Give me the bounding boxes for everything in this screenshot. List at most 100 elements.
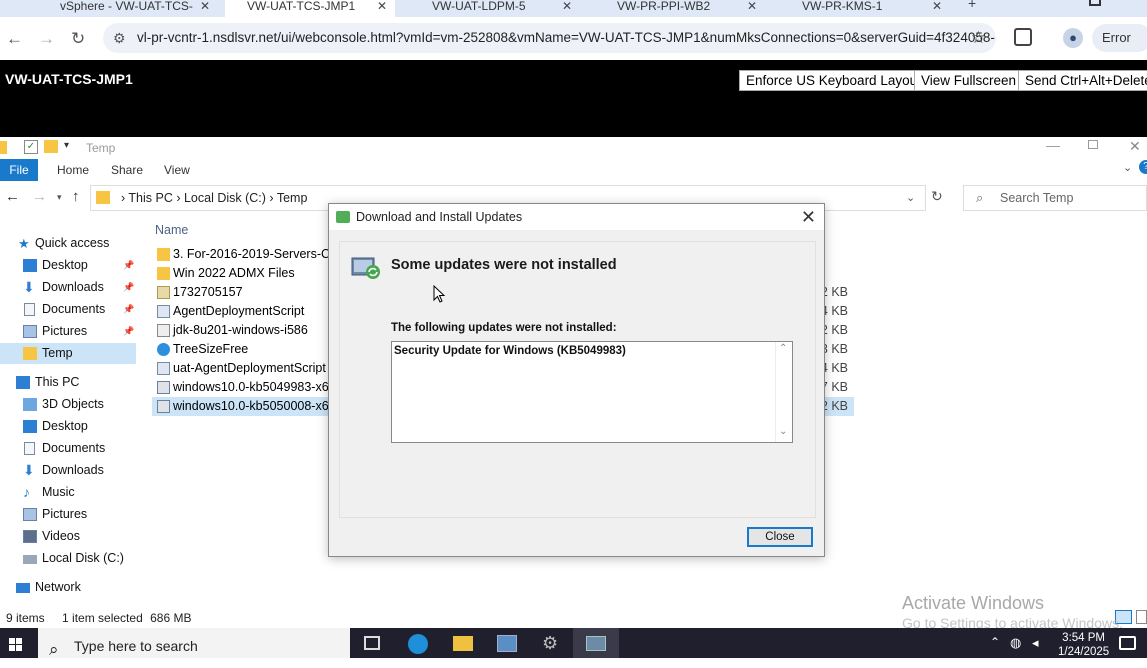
nav-label: Documents	[42, 441, 106, 455]
minimize-icon[interactable]: —	[1046, 137, 1060, 153]
nav-item-pictures[interactable]: Pictures 📌	[0, 321, 136, 342]
extensions-icon[interactable]	[1014, 28, 1032, 46]
nav-item-3d-objects[interactable]: 3D Objects	[0, 394, 136, 415]
nav-item-temp[interactable]: Temp	[0, 343, 136, 364]
tab-vsphere[interactable]: vSphere - VW-UAT-TCS- ✕	[38, 0, 218, 17]
bookmark-star-icon[interactable]: ☆	[971, 23, 986, 53]
nav-this-pc[interactable]: This PC	[0, 372, 136, 393]
notifications-icon[interactable]	[1119, 636, 1136, 650]
taskbar-search-input[interactable]: ⌕ Type here to search	[38, 628, 350, 659]
nav-item-downloads[interactable]: ⬇ Downloads 📌	[0, 277, 136, 298]
download-arrow-icon: ⬇	[23, 462, 35, 478]
breadcrumb-this-pc[interactable]: This PC	[128, 191, 172, 205]
status-size: 686 MB	[150, 611, 192, 625]
refresh-icon[interactable]: ↻	[931, 188, 943, 205]
nav-label: Network	[35, 580, 81, 594]
nav-item-local-disk[interactable]: Local Disk (C:)	[0, 548, 136, 569]
network-globe-icon[interactable]: ◍	[1010, 635, 1021, 651]
file-explorer-icon[interactable]	[453, 636, 473, 651]
tab-vw-pr-ppi-wb2[interactable]: VW-PR-PPI-WB2 ✕	[595, 0, 765, 17]
recent-locations-icon[interactable]: ▾	[57, 192, 62, 203]
tab-view[interactable]: View	[164, 163, 190, 177]
back-icon[interactable]: ←	[6, 29, 23, 49]
restore-icon[interactable]	[1089, 0, 1101, 6]
server-manager-icon[interactable]	[497, 635, 517, 652]
properties-icon[interactable]: ✓	[24, 140, 38, 154]
task-view-icon[interactable]	[364, 636, 380, 650]
chevron-down-icon[interactable]: ⌄	[906, 186, 915, 210]
view-fullscreen-button[interactable]: View Fullscreen	[914, 70, 1024, 91]
nav-item-downloads-pc[interactable]: ⬇ Downloads	[0, 460, 136, 481]
nav-item-pictures-pc[interactable]: Pictures	[0, 504, 136, 525]
reload-icon[interactable]: ↻	[71, 29, 85, 49]
taskbar: ⌕ Type here to search ⚙ ⌃ ◍ ◂ 3:54 PM 1/…	[0, 628, 1147, 659]
tab-home[interactable]: Home	[57, 163, 89, 177]
new-tab-icon[interactable]: +	[968, 0, 976, 11]
help-icon[interactable]: ?	[1139, 160, 1147, 174]
pin-icon[interactable]: 📌	[123, 277, 134, 298]
close-icon[interactable]: ✕	[377, 0, 387, 13]
windows-update-icon[interactable]	[586, 636, 606, 651]
volume-icon[interactable]: ◂	[1032, 635, 1039, 651]
back-icon[interactable]: ←	[5, 188, 20, 205]
desktop-icon	[23, 420, 37, 433]
chevron-up-icon[interactable]: ⌃	[990, 635, 1000, 649]
chevron-down-icon[interactable]: ▾	[64, 140, 69, 151]
tab-vw-uat-ldpm-5[interactable]: VW-UAT-LDPM-5 ✕	[410, 0, 580, 17]
forward-icon[interactable]: →	[38, 29, 55, 49]
breadcrumb-local-disk[interactable]: Local Disk (C:)	[184, 191, 266, 205]
nav-item-desktop-pc[interactable]: Desktop	[0, 416, 136, 437]
scroll-up-icon[interactable]: ⌃	[779, 343, 787, 354]
nav-quick-access[interactable]: ★ Quick access	[0, 233, 136, 254]
nav-label: This PC	[35, 375, 80, 389]
pin-icon[interactable]: 📌	[123, 299, 134, 320]
profile-avatar-icon[interactable]: ●	[1063, 28, 1083, 48]
settings-gear-icon[interactable]: ⚙	[542, 633, 558, 654]
tab-vw-pr-kms-1[interactable]: VW-PR-KMS-1 ✕	[780, 0, 950, 17]
up-icon[interactable]: ↑	[72, 188, 80, 205]
failed-update-item: Security Update for Windows (KB5049983)	[394, 345, 626, 357]
close-icon[interactable]: ✕	[200, 0, 210, 13]
status-selection: 1 item selected	[62, 611, 143, 625]
network-icon	[16, 583, 30, 593]
close-icon[interactable]: ✕	[801, 204, 816, 230]
tab-file[interactable]: File	[0, 159, 38, 181]
edge-browser-icon[interactable]	[408, 634, 428, 654]
forward-icon[interactable]: →	[32, 188, 47, 205]
nav-item-documents-pc[interactable]: Documents	[0, 438, 136, 459]
nav-item-documents[interactable]: Documents 📌	[0, 299, 136, 320]
large-icons-view-icon[interactable]	[1136, 610, 1147, 624]
nav-label: Documents	[42, 302, 106, 316]
scroll-down-icon[interactable]: ⌄	[779, 426, 787, 437]
close-icon[interactable]: ✕	[1129, 138, 1141, 155]
expand-ribbon-icon[interactable]: ⌄	[1123, 161, 1132, 174]
error-pill[interactable]: Error	[1092, 24, 1147, 52]
pin-icon[interactable]: 📌	[123, 321, 134, 342]
url-text: vl-pr-vcntr-1.nsdlsvr.net/ui/webconsole.…	[137, 30, 996, 45]
explorer-titlebar: ✓ ▾ Temp — ✕	[0, 137, 1147, 159]
column-header-name[interactable]: Name	[155, 223, 188, 237]
nav-item-desktop[interactable]: Desktop 📌	[0, 255, 136, 276]
close-icon[interactable]: ✕	[747, 0, 757, 13]
nav-network[interactable]: Network	[0, 577, 136, 598]
search-input[interactable]: ⌕ Search Temp	[963, 185, 1147, 211]
url-bar[interactable]: ⚙ vl-pr-vcntr-1.nsdlsvr.net/ui/webconsol…	[103, 23, 996, 53]
scrollbar[interactable]: ⌃ ⌄	[775, 342, 792, 442]
site-info-icon[interactable]: ⚙	[113, 23, 126, 53]
enforce-keyboard-button[interactable]: Enforce US Keyboard Layout	[739, 70, 928, 91]
nav-item-videos[interactable]: Videos	[0, 526, 136, 547]
failed-updates-list[interactable]: Security Update for Windows (KB5049983) …	[391, 341, 793, 443]
pin-icon[interactable]: 📌	[123, 255, 134, 276]
tab-vw-uat-tcs-jmp1[interactable]: VW-UAT-TCS-JMP1 ✕	[225, 0, 395, 17]
maximize-icon[interactable]	[1088, 140, 1098, 149]
taskbar-clock[interactable]: 3:54 PM 1/24/2025	[1058, 631, 1109, 659]
breadcrumb-temp[interactable]: Temp	[277, 191, 308, 205]
nav-item-music[interactable]: ♪ Music	[0, 482, 136, 503]
windows-start-icon[interactable]	[9, 638, 23, 652]
close-icon[interactable]: ✕	[932, 0, 942, 13]
close-icon[interactable]: ✕	[562, 0, 572, 13]
new-folder-icon[interactable]	[44, 140, 58, 153]
tab-share[interactable]: Share	[111, 163, 143, 177]
close-button[interactable]: Close	[747, 527, 813, 547]
send-ctrl-alt-delete-button[interactable]: Send Ctrl+Alt+Delete	[1018, 70, 1147, 91]
